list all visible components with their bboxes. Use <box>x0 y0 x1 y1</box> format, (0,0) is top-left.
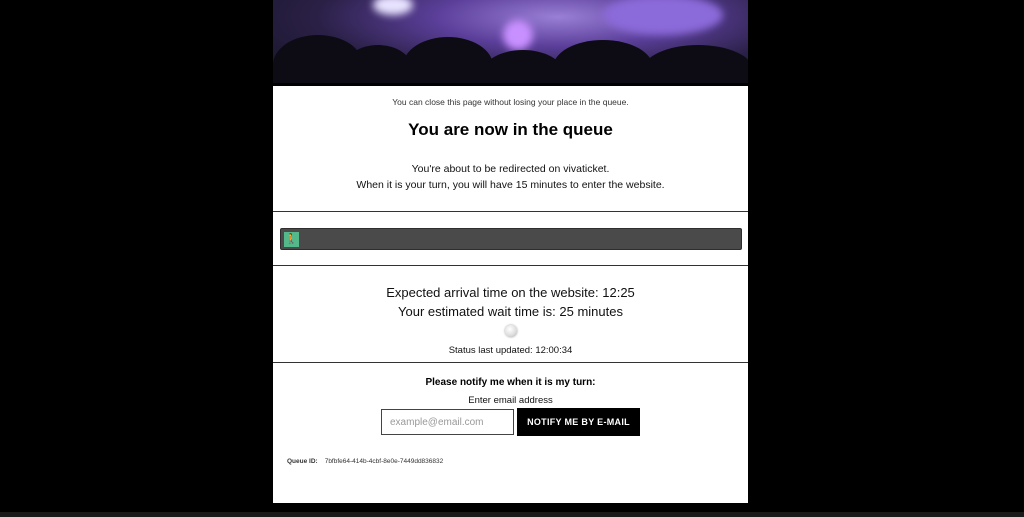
page-title: You are now in the queue <box>408 120 613 139</box>
person-walking-icon: 🚶 <box>284 232 299 247</box>
expected-arrival-time: Expected arrival time on the website: 12… <box>386 285 635 300</box>
divider <box>273 362 748 363</box>
queue-card: You can close this page without losing y… <box>273 0 748 503</box>
close-page-note: You can close this page without losing y… <box>392 97 629 107</box>
queue-id-label: Queue ID: <box>287 458 318 465</box>
queue-progress-bar: 🚶 <box>280 228 742 250</box>
email-input[interactable] <box>381 409 514 435</box>
banner-divider <box>273 83 748 86</box>
queue-id: Queue ID: 7bfbfe64-414b-4cbf-8e0e-7449dd8… <box>287 458 443 465</box>
notify-by-email-button[interactable]: NOTIFY ME BY E-MAIL <box>517 408 640 436</box>
email-label: Enter email address <box>468 395 553 406</box>
divider <box>273 265 748 266</box>
concert-crowd-banner <box>273 0 748 85</box>
turn-duration-line: When it is your turn, you will have 15 m… <box>356 179 665 191</box>
loading-spinner-icon <box>505 325 517 337</box>
redirect-line: You're about to be redirected on vivatic… <box>411 163 610 175</box>
queue-id-value: 7bfbfe64-414b-4cbf-8e0e-7449dd836832 <box>324 458 444 465</box>
redirect-description: You're about to be redirected on vivatic… <box>273 161 748 193</box>
status-last-updated: Status last updated: 12:00:34 <box>448 345 573 356</box>
estimated-wait-time: Your estimated wait time is: 25 minutes <box>398 304 623 319</box>
divider <box>273 211 748 212</box>
window-bottom-edge <box>0 512 1024 517</box>
notify-heading: Please notify me when it is my turn: <box>425 377 596 388</box>
